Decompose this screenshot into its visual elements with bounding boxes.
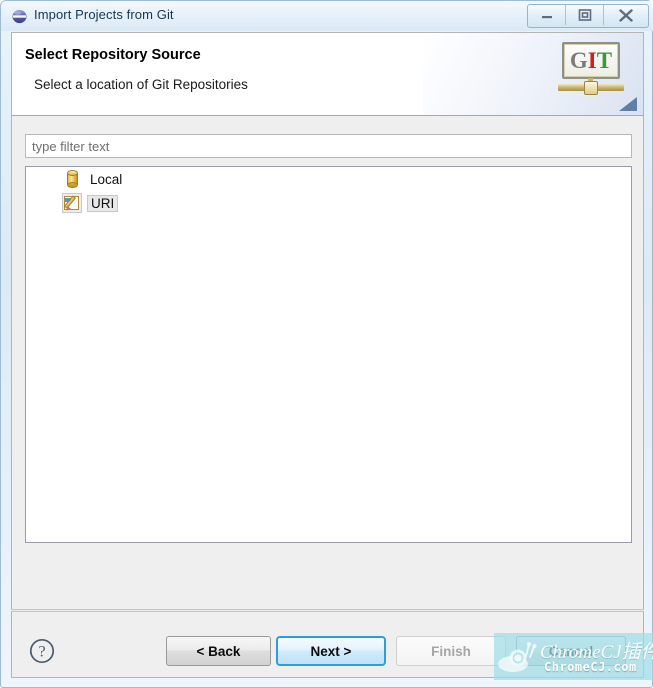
tree-item-label: URI	[87, 194, 119, 212]
page-title: Select Repository Source	[25, 47, 201, 63]
window-title: Import Projects from Git	[34, 7, 174, 22]
minimize-icon	[541, 16, 552, 19]
finish-button: Finish	[396, 636, 506, 666]
repository-source-tree[interactable]: Local URI	[25, 166, 632, 543]
help-button[interactable]: ?	[29, 638, 55, 664]
title-bar: Import Projects from Git	[1, 1, 653, 31]
git-logo-plate: GIT	[562, 42, 620, 79]
header-corner-triangle	[619, 97, 637, 111]
svg-text:?: ?	[38, 644, 45, 661]
minimize-button[interactable]	[528, 5, 566, 25]
filter-input[interactable]	[25, 134, 632, 158]
back-button[interactable]: < Back	[166, 636, 271, 666]
window-controls	[527, 4, 649, 28]
page-pencil-edit-icon	[62, 193, 82, 213]
restore-button[interactable]	[566, 5, 604, 25]
tree-item-local[interactable]: Local	[26, 167, 631, 191]
tree-item-uri[interactable]: URI	[26, 191, 631, 215]
git-letter-t: T	[596, 48, 613, 73]
close-icon	[619, 8, 633, 22]
next-button[interactable]: Next >	[276, 636, 386, 666]
restore-icon	[578, 9, 591, 21]
close-button[interactable]	[604, 5, 648, 25]
git-logo: GIT	[558, 42, 626, 102]
git-letter-g: G	[569, 48, 588, 73]
wizard-body: Local URI	[11, 116, 644, 611]
eclipse-sphere-icon	[12, 9, 27, 24]
help-icon: ?	[29, 638, 55, 664]
cancel-button[interactable]: Cancel	[516, 636, 626, 666]
database-cylinder-icon	[62, 169, 82, 189]
page-subtitle: Select a location of Git Repositories	[34, 77, 248, 92]
wizard-header: Select Repository Source Select a locati…	[11, 32, 644, 116]
git-logo-knob	[584, 81, 598, 95]
dialog-window: Import Projects from Git Select Reposito…	[0, 0, 653, 688]
tree-item-label: Local	[90, 171, 123, 187]
git-letter-i: I	[587, 48, 597, 73]
